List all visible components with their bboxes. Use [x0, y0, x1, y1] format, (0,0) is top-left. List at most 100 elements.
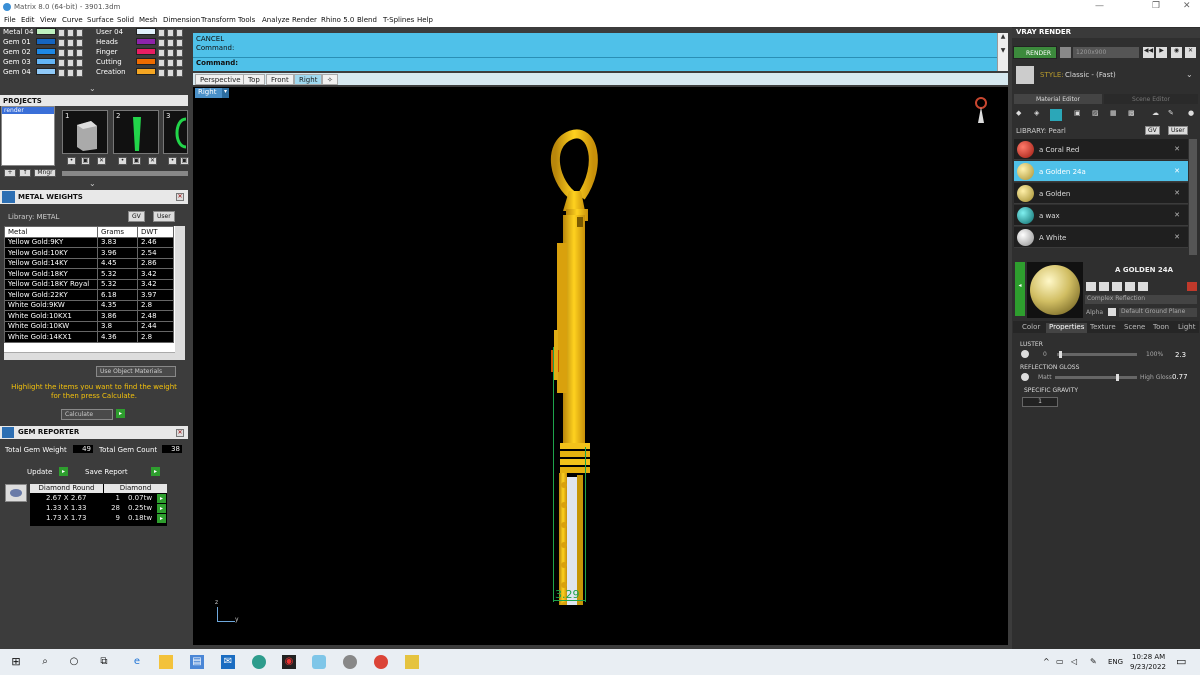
- layer-row[interactable]: User 04: [96, 28, 123, 38]
- menu-edit[interactable]: Edit: [21, 16, 35, 24]
- layer-lock-toggle[interactable]: [58, 29, 65, 37]
- gem-row-go-icon[interactable]: ▸: [157, 504, 166, 513]
- thumb-delete-button[interactable]: ✕: [148, 157, 157, 165]
- layer-visibility-toggle[interactable]: [67, 49, 74, 57]
- ground-plane-select[interactable]: Default Ground Plane: [1119, 308, 1197, 317]
- menu-solid[interactable]: Solid: [117, 16, 134, 24]
- layer-row[interactable]: Gem 04: [3, 68, 31, 78]
- collapse-arrow-icon[interactable]: ⌄: [89, 179, 96, 188]
- project-thumbnail[interactable]: 2: [113, 110, 159, 154]
- remove-icon[interactable]: ✕: [1174, 145, 1180, 153]
- menu-tools[interactable]: Tools: [238, 16, 255, 24]
- grid-tool-icon[interactable]: ▦: [1110, 109, 1117, 117]
- matrix-taskbar-icon[interactable]: [312, 655, 326, 669]
- pen-icon[interactable]: ✎: [1090, 657, 1097, 666]
- menu-tsplines[interactable]: T-Splines: [383, 16, 414, 24]
- command-history[interactable]: CANCEL Command: Command: ▲ ▼: [193, 33, 1008, 71]
- column-header[interactable]: Grams: [97, 226, 138, 238]
- gradient-tool-icon[interactable]: ▨: [1092, 109, 1099, 117]
- material-tool-icon[interactable]: [1138, 282, 1148, 291]
- layer-row[interactable]: Heads: [96, 38, 118, 48]
- sphere-tool-icon[interactable]: [1050, 109, 1062, 121]
- layer-visibility-toggle[interactable]: [167, 29, 174, 37]
- clock-time[interactable]: 10:28 AM: [1132, 653, 1165, 661]
- close-panel-button[interactable]: ✕: [176, 429, 184, 437]
- thumb-save-button[interactable]: ▣: [81, 157, 90, 165]
- camera-icon[interactable]: ◉: [1171, 47, 1182, 58]
- tab-material-editor[interactable]: Material Editor: [1014, 94, 1102, 104]
- project-thumbnail[interactable]: 3: [163, 110, 188, 154]
- gem-row-go-icon[interactable]: ▸: [157, 494, 166, 503]
- thumb-save-button[interactable]: ▣: [132, 157, 141, 165]
- gem-column-header[interactable]: Diamond Round: [30, 484, 103, 493]
- next-button[interactable]: ▶: [1156, 47, 1167, 58]
- render-button[interactable]: RENDER: [1013, 46, 1057, 59]
- gem-row[interactable]: 1.33 X 1.33 28 0.25tw: [30, 504, 167, 514]
- layer-lock-toggle[interactable]: [158, 59, 165, 67]
- tab-scene-editor[interactable]: Scene Editor: [1104, 94, 1198, 104]
- table-row[interactable]: Yellow Gold:22KY 6.18 3.97: [4, 289, 174, 301]
- dimension-label[interactable]: 3.29: [555, 588, 580, 601]
- menu-render[interactable]: Render: [292, 16, 317, 24]
- chrome-icon[interactable]: [374, 655, 388, 669]
- layer-select-toggle[interactable]: [176, 29, 183, 37]
- menu-rhino[interactable]: Rhino 5.0: [321, 16, 354, 24]
- layer-color-swatch[interactable]: [136, 28, 156, 35]
- checker-tool-icon[interactable]: ▩: [1128, 109, 1135, 117]
- layer-lock-toggle[interactable]: [58, 59, 65, 67]
- layer-select-toggle[interactable]: [76, 39, 83, 47]
- alpha-checkbox[interactable]: [1108, 308, 1116, 316]
- luster-value[interactable]: 2.3: [1175, 351, 1186, 359]
- minimize-button[interactable]: —: [1095, 1, 1104, 11]
- table-row[interactable]: Yellow Gold:18KY Royal 5.32 3.42: [4, 278, 174, 290]
- gloss-slider[interactable]: [1055, 374, 1137, 381]
- material-item[interactable]: A White ✕: [1014, 227, 1188, 248]
- tab-top[interactable]: Top: [243, 74, 265, 85]
- menu-mesh[interactable]: Mesh: [139, 16, 157, 24]
- close-icon[interactable]: ✕: [1185, 47, 1196, 58]
- layer-select-toggle[interactable]: [76, 59, 83, 67]
- material-tool-icon[interactable]: [1099, 282, 1109, 291]
- thumb-save-button[interactable]: ▣: [180, 157, 189, 165]
- save-report-go-icon[interactable]: ▸: [151, 467, 160, 476]
- thumb-select-button[interactable]: •: [67, 157, 76, 165]
- table-row[interactable]: White Gold:10KW 3.8 2.44: [4, 320, 174, 332]
- thumbnail-scrollbar[interactable]: [62, 171, 188, 176]
- render-settings-icon[interactable]: [1060, 47, 1071, 58]
- table-row[interactable]: Yellow Gold:9KY 3.83 2.46: [4, 236, 174, 248]
- menu-transform[interactable]: Transform: [201, 16, 236, 24]
- menu-analyze[interactable]: Analyze: [262, 16, 290, 24]
- material-item[interactable]: a Coral Red ✕: [1014, 139, 1188, 160]
- menu-dimension[interactable]: Dimension: [163, 16, 200, 24]
- expand-arrow-icon[interactable]: ◂: [1015, 262, 1025, 316]
- task-view-icon[interactable]: ⧉: [97, 655, 111, 669]
- close-panel-button[interactable]: ✕: [176, 193, 184, 201]
- calculate-go-icon[interactable]: ▸: [116, 409, 125, 418]
- layer-lock-toggle[interactable]: [158, 49, 165, 57]
- gem-row[interactable]: 2.67 X 2.67 1 0.07tw: [30, 494, 167, 504]
- thumb-delete-button[interactable]: ✕: [97, 157, 106, 165]
- menu-file[interactable]: File: [4, 16, 16, 24]
- tab-perspective[interactable]: Perspective: [195, 74, 246, 85]
- gem-row-go-icon[interactable]: ▸: [157, 514, 166, 523]
- render-size-select[interactable]: 1200x900: [1073, 47, 1139, 58]
- viewport-menu-icon[interactable]: ▾: [222, 88, 229, 98]
- save-report-button[interactable]: Save Report: [85, 468, 128, 476]
- specific-gravity-input[interactable]: 1: [1022, 397, 1058, 407]
- layer-visibility-toggle[interactable]: [167, 59, 174, 67]
- search-icon[interactable]: ⌕: [38, 655, 52, 669]
- menu-surface[interactable]: Surface: [87, 16, 114, 24]
- tab-texture[interactable]: Texture: [1090, 323, 1116, 333]
- layer-lock-toggle[interactable]: [158, 69, 165, 77]
- table-row[interactable]: White Gold:10KX1 3.86 2.48: [4, 310, 174, 322]
- layer-row[interactable]: Gem 01: [3, 38, 31, 48]
- gloss-slider-thumb[interactable]: [1115, 374, 1119, 381]
- material-tool-icon[interactable]: [1125, 282, 1135, 291]
- add-project-button[interactable]: +: [4, 169, 16, 177]
- command-prompt[interactable]: Command:: [196, 59, 238, 67]
- project-thumbnail[interactable]: 1: [62, 110, 108, 154]
- layer-row[interactable]: Cutting: [96, 58, 122, 68]
- complex-reflection-select[interactable]: Complex Reflection: [1085, 295, 1197, 304]
- language-indicator[interactable]: ENG: [1108, 658, 1123, 666]
- menu-help[interactable]: Help: [417, 16, 433, 24]
